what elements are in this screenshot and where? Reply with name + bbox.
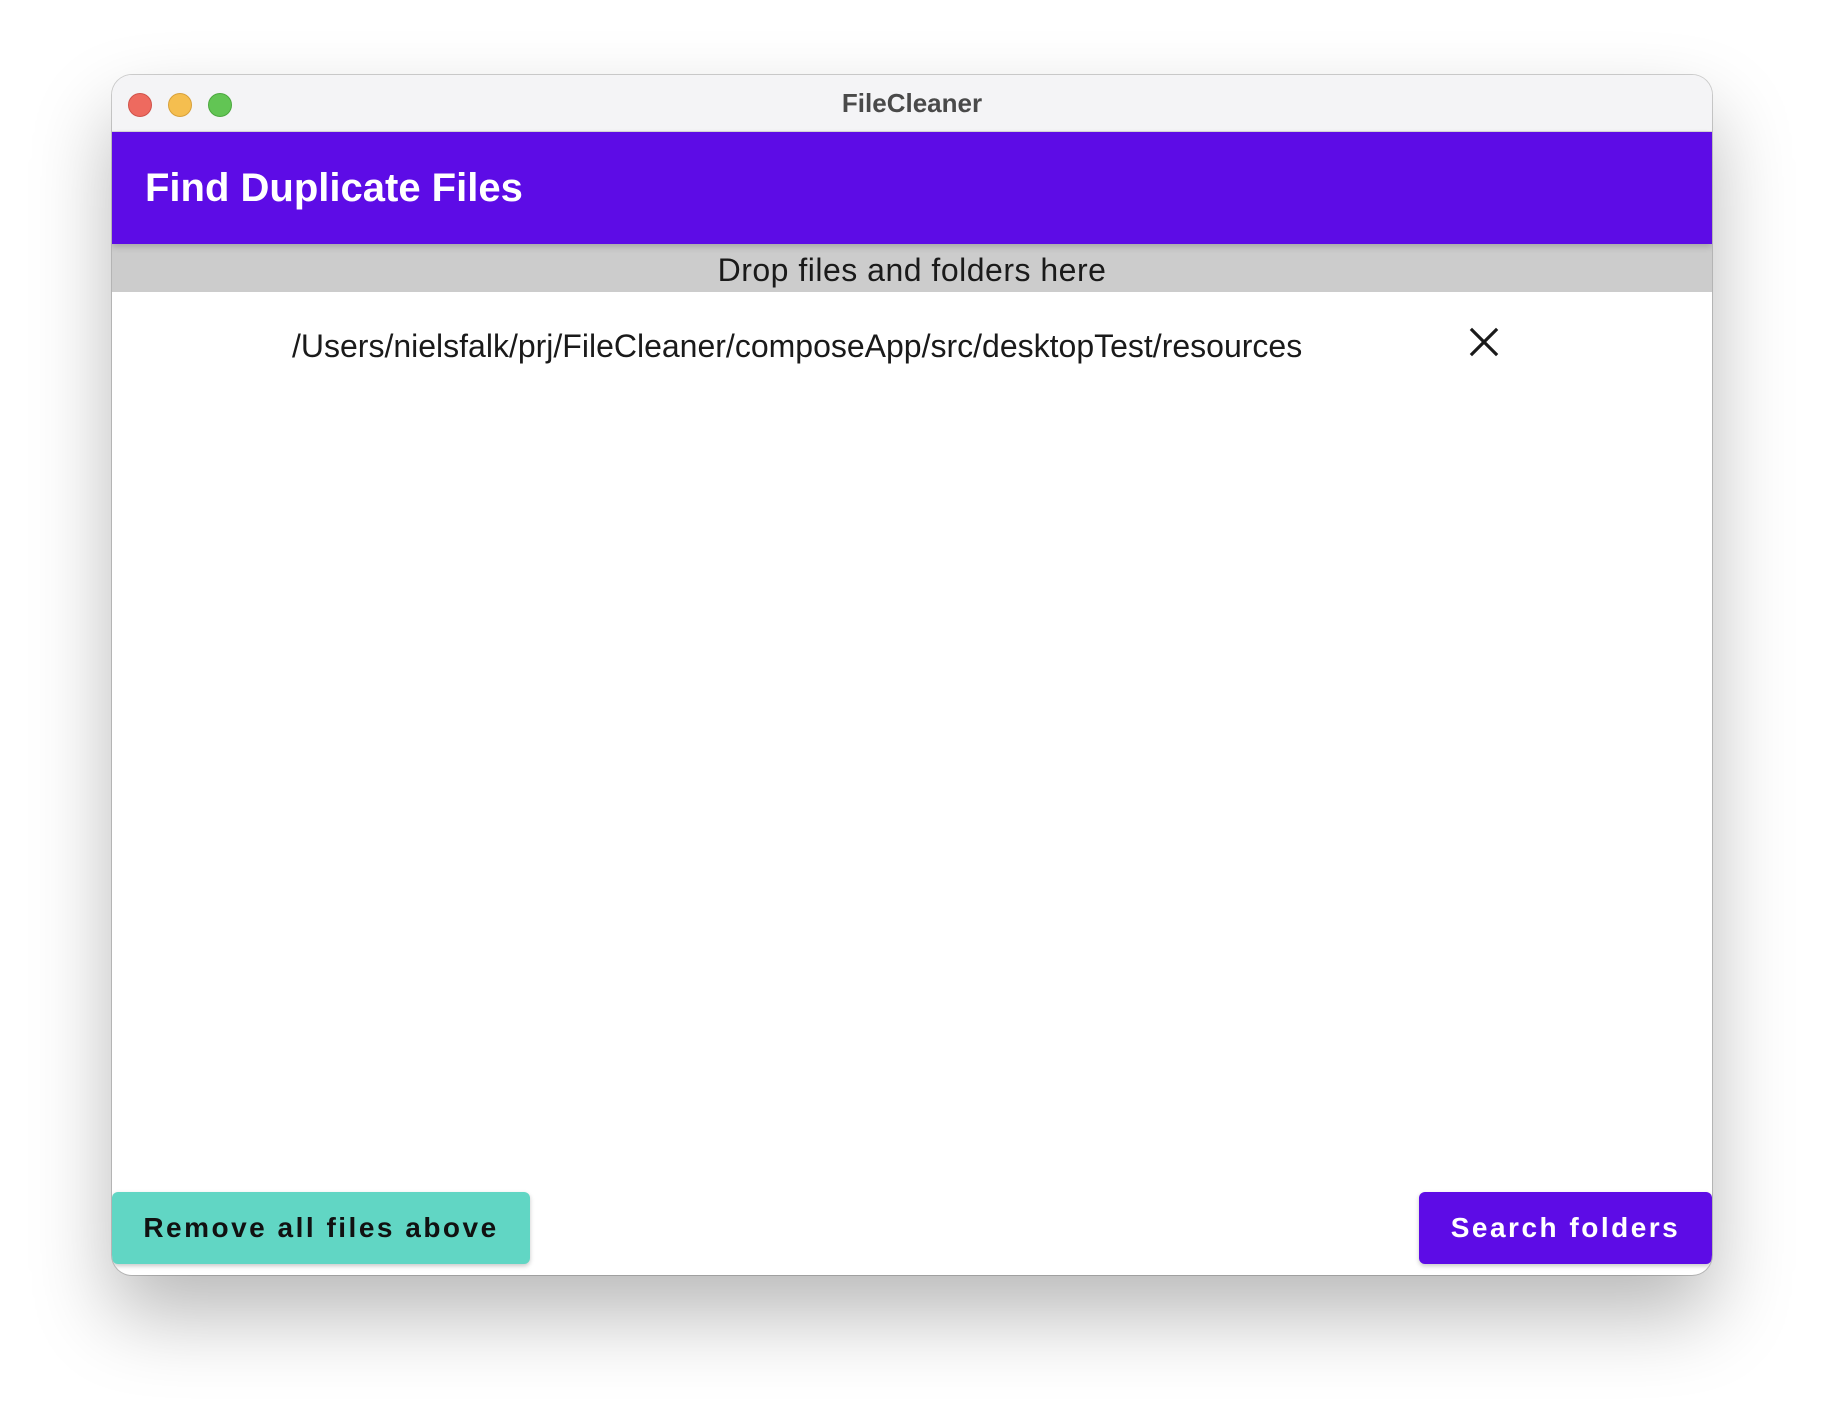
app-window: FileCleaner Find Duplicate Files Drop fi… — [112, 75, 1712, 1275]
drop-zone[interactable]: Drop files and folders here — [112, 244, 1712, 292]
window-title: FileCleaner — [841, 88, 983, 118]
file-path-label: /Users/nielsfalk/prj/FileCleaner/compose… — [292, 328, 1303, 364]
app-header: Find Duplicate Files — [112, 132, 1712, 244]
close-icon[interactable] — [1464, 322, 1504, 362]
file-list: /Users/nielsfalk/prj/FileCleaner/compose… — [112, 292, 1712, 1092]
close-icon-glyph — [1469, 327, 1499, 357]
search-folders-button[interactable]: Search folders — [1419, 1192, 1712, 1264]
remove-all-files-button[interactable]: Remove all files above — [112, 1192, 530, 1264]
title-bar: FileCleaner — [112, 75, 1712, 132]
page-title: Find Duplicate Files — [145, 166, 523, 210]
list-item: /Users/nielsfalk/prj/FileCleaner/compose… — [112, 292, 1712, 392]
